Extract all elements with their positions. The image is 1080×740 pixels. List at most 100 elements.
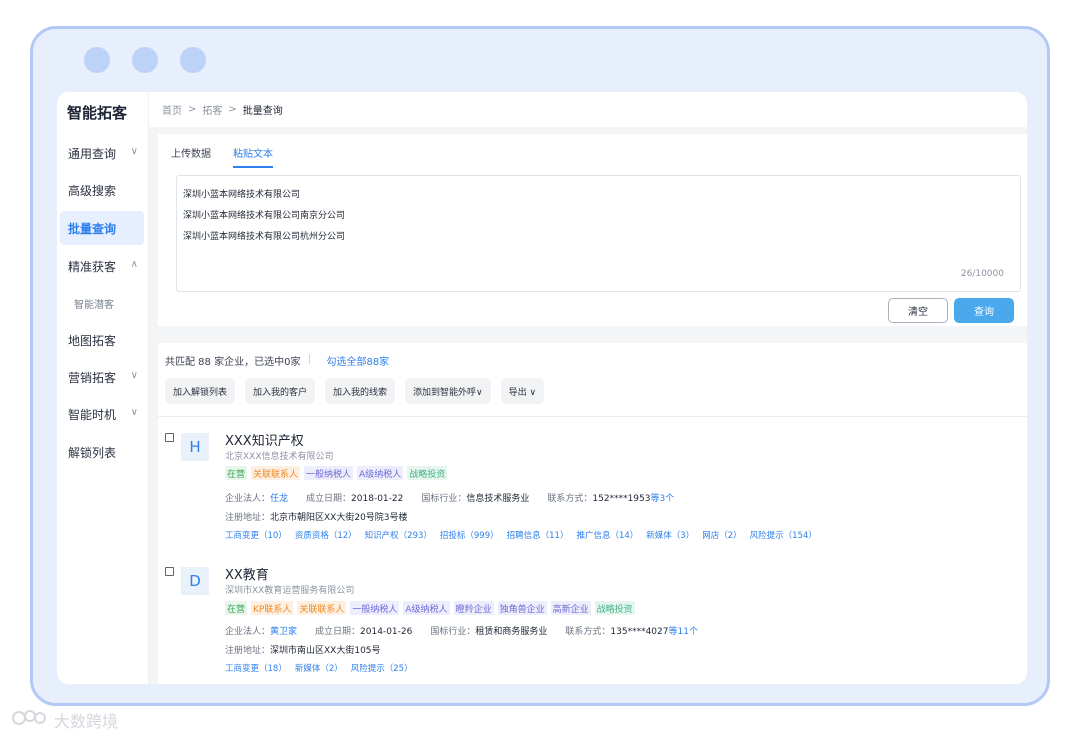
status-badge: 在营: [225, 466, 248, 480]
add-to-my-customers-button[interactable]: 加入我的客户: [245, 378, 316, 404]
company-name[interactable]: XX教育: [225, 564, 269, 583]
company-detail-link[interactable]: 知识产权（293）: [365, 529, 432, 541]
breadcrumb-separator: >: [228, 104, 237, 115]
results-panel: 共匹配 88 家企业，已选中0家 勾选全部88家 加入解锁列表 加入我的客户 加…: [158, 343, 1027, 684]
company-tags: 在营 KP联系人 关联联系人 一般纳税人 A级纳税人 瞪羚企业 独角兽企业 高新企业 战略投资: [225, 601, 635, 615]
status-badge: 关联联系人: [297, 601, 347, 615]
sidebar-item-advanced-search[interactable]: 高级搜索: [60, 173, 144, 207]
sidebar-item-label: 批量查询: [68, 221, 117, 236]
sidebar-item-smart-prospects[interactable]: 智能潜客: [60, 286, 144, 320]
breadcrumb-parent[interactable]: 拓客: [202, 102, 222, 117]
industry-value: 租赁和商务服务业: [475, 627, 548, 637]
company-address-row: 注册地址：深圳市南山区XX大街105号: [225, 643, 381, 656]
status-badge: 战略投资: [407, 466, 448, 480]
contact-more-link[interactable]: 等11个: [669, 627, 698, 637]
industry-field: 国标行业：租赁和商务服务业: [430, 624, 547, 637]
avatar: H: [181, 433, 209, 461]
field-label: 联系方式：: [547, 494, 593, 504]
company-legal-name: 深圳市XX教育运营服务有限公司: [225, 586, 355, 596]
legal-rep-link[interactable]: 任龙: [270, 494, 288, 504]
status-badge: 在营: [225, 601, 248, 615]
company-detail-link[interactable]: 新媒体（2）: [295, 662, 343, 674]
sidebar-item-label: 高级搜索: [68, 183, 117, 198]
company-detail-link[interactable]: 招聘信息（11）: [507, 529, 569, 541]
export-button[interactable]: 导出 ∨: [500, 378, 545, 404]
company-detail-link[interactable]: 新媒体（3）: [646, 529, 694, 541]
field-label: 注册地址：: [225, 513, 271, 523]
sidebar-item-label: 精准获客: [68, 259, 117, 274]
company-card: D XX教育 深圳市XX教育运营服务有限公司 在营 KP联系人 关联联系人 一般纳税人…: [158, 555, 1027, 684]
company-tags: 在营 关联联系人 一般纳税人 A级纳税人 战略投资: [225, 466, 448, 480]
window-dot-icon[interactable]: [84, 47, 110, 73]
company-card: H XXX知识产权 北京XXX信息技术有限公司 在营 关联联系人 一般纳税人 A级纳税…: [158, 421, 1027, 551]
sidebar-item-label: 解锁列表: [68, 445, 117, 460]
company-detail-link[interactable]: 风险提示（154）: [750, 529, 817, 541]
company-detail-link[interactable]: 风险提示（25）: [351, 662, 413, 674]
paste-textarea[interactable]: 深圳小蓝本网络技术有限公司 深圳小蓝本网络技术有限公司南京分公司 深圳小蓝本网络…: [176, 175, 1021, 292]
add-to-unlock-list-button[interactable]: 加入解锁列表: [165, 378, 236, 404]
field-label: 国标行业：: [421, 494, 467, 504]
sidebar-item-unlock-list[interactable]: 解锁列表: [60, 435, 144, 469]
sidebar-item-precise-acquisition[interactable]: 精准获客 ∧: [60, 249, 144, 283]
divider: [158, 416, 1027, 417]
watermark-logo-icon: [10, 708, 48, 732]
status-badge: A级纳税人: [403, 601, 450, 615]
results-summary: 共匹配 88 家企业，已选中0家 勾选全部88家: [165, 353, 389, 368]
field-label: 国标行业：: [430, 627, 476, 637]
browser-frame: 智能拓客 通用查询 ∨ 高级搜索 批量查询 精准获客 ∧ 智能潜客 地图拓客 营…: [30, 26, 1050, 706]
breadcrumb-separator: >: [188, 104, 197, 115]
window-dot-icon[interactable]: [132, 47, 158, 73]
textarea-line: 深圳小蓝本网络技术有限公司: [183, 190, 301, 200]
sidebar: 智能拓客 通用查询 ∨ 高级搜索 批量查询 精准获客 ∧ 智能潜客 地图拓客 营…: [57, 92, 149, 684]
watermark-text: 大数跨境: [54, 712, 119, 731]
legal-rep-field: 企业法人：任龙: [225, 491, 288, 504]
sidebar-item-general-query[interactable]: 通用查询 ∨: [60, 136, 144, 170]
input-panel: 上传数据 粘贴文本 深圳小蓝本网络技术有限公司 深圳小蓝本网络技术有限公司南京分…: [158, 134, 1027, 326]
add-to-my-leads-button[interactable]: 加入我的线索: [325, 378, 396, 404]
sidebar-item-label: 智能潜客: [74, 299, 114, 311]
contact-field: 联系方式：135****4027等11个: [565, 624, 698, 637]
tab-upload-data[interactable]: 上传数据: [171, 145, 211, 168]
sidebar-item-map-acquisition[interactable]: 地图拓客: [60, 323, 144, 357]
status-badge: 高新企业: [550, 601, 591, 615]
company-detail-link[interactable]: 网店（2）: [702, 529, 741, 541]
company-info-row: 企业法人：任龙 成立日期：2018-01-22 国标行业：信息技术服务业 联系方…: [225, 491, 674, 504]
company-checkbox[interactable]: [165, 567, 174, 576]
sidebar-item-label: 通用查询: [68, 146, 117, 161]
watermark: 大数跨境: [10, 708, 118, 732]
textarea-line: 深圳小蓝本网络技术有限公司杭州分公司: [183, 232, 346, 242]
field-label: 注册地址：: [225, 646, 271, 656]
status-badge: 关联联系人: [251, 466, 301, 480]
status-badge: 一般纳税人: [350, 601, 400, 615]
field-label: 联系方式：: [565, 627, 611, 637]
sidebar-item-smart-timing[interactable]: 智能时机 ∨: [60, 397, 144, 431]
status-badge: 战略投资: [594, 601, 635, 615]
sidebar-item-batch-query[interactable]: 批量查询: [60, 211, 144, 245]
status-badge: 独角兽企业: [497, 601, 547, 615]
breadcrumb-home[interactable]: 首页: [162, 102, 182, 117]
company-detail-link[interactable]: 资质资格（12）: [295, 529, 357, 541]
status-badge: A级纳税人: [357, 466, 404, 480]
company-detail-link[interactable]: 工商变更（18）: [225, 662, 287, 674]
chevron-up-icon: ∧: [130, 259, 138, 270]
contact-more-link[interactable]: 等3个: [651, 494, 675, 504]
contact-value: 135****4027: [610, 627, 669, 637]
company-checkbox[interactable]: [165, 433, 174, 442]
sidebar-item-marketing[interactable]: 营销拓客 ∨: [60, 360, 144, 394]
avatar: D: [181, 567, 209, 595]
sidebar-item-label: 智能时机: [68, 407, 117, 422]
company-detail-link[interactable]: 工商变更（10）: [225, 529, 287, 541]
company-info-row: 企业法人：黄卫家 成立日期：2014-01-26 国标行业：租赁和商务服务业 联…: [225, 624, 698, 637]
window-dot-icon[interactable]: [180, 47, 206, 73]
status-badge: KP联系人: [251, 601, 294, 615]
clear-button[interactable]: 清空: [888, 298, 948, 323]
legal-rep-link[interactable]: 黄卫家: [270, 627, 297, 637]
add-to-smart-call-button[interactable]: 添加到智能外呼∨: [405, 378, 491, 404]
select-all-link[interactable]: 勾选全部88家: [326, 353, 389, 368]
tab-paste-text[interactable]: 粘贴文本: [233, 145, 273, 168]
sidebar-item-label: 地图拓客: [68, 333, 117, 348]
query-button[interactable]: 查询: [954, 298, 1014, 323]
company-detail-link[interactable]: 推广信息（14）: [576, 529, 638, 541]
company-name[interactable]: XXX知识产权: [225, 430, 304, 449]
company-detail-link[interactable]: 招投标（999）: [440, 529, 499, 541]
